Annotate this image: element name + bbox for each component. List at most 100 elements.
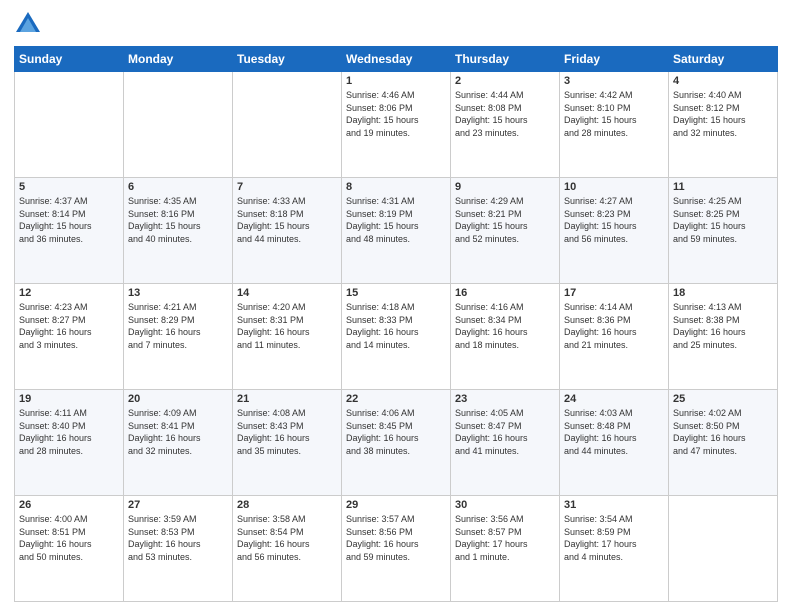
day-info: Sunrise: 4:25 AM Sunset: 8:25 PM Dayligh… — [673, 195, 773, 245]
calendar-cell — [124, 72, 233, 178]
weekday-header-friday: Friday — [560, 47, 669, 72]
day-number: 22 — [346, 393, 446, 405]
day-number: 17 — [564, 287, 664, 299]
logo-icon — [14, 10, 42, 38]
day-number: 28 — [237, 499, 337, 511]
day-number: 14 — [237, 287, 337, 299]
calendar-cell — [15, 72, 124, 178]
day-info: Sunrise: 4:27 AM Sunset: 8:23 PM Dayligh… — [564, 195, 664, 245]
day-info: Sunrise: 4:18 AM Sunset: 8:33 PM Dayligh… — [346, 301, 446, 351]
calendar-cell: 27Sunrise: 3:59 AM Sunset: 8:53 PM Dayli… — [124, 496, 233, 602]
day-number: 12 — [19, 287, 119, 299]
day-info: Sunrise: 4:35 AM Sunset: 8:16 PM Dayligh… — [128, 195, 228, 245]
day-number: 7 — [237, 181, 337, 193]
calendar-cell — [233, 72, 342, 178]
day-number: 20 — [128, 393, 228, 405]
calendar-cell: 18Sunrise: 4:13 AM Sunset: 8:38 PM Dayli… — [669, 284, 778, 390]
calendar-cell — [669, 496, 778, 602]
day-info: Sunrise: 3:58 AM Sunset: 8:54 PM Dayligh… — [237, 513, 337, 563]
calendar-cell: 25Sunrise: 4:02 AM Sunset: 8:50 PM Dayli… — [669, 390, 778, 496]
weekday-header-sunday: Sunday — [15, 47, 124, 72]
day-info: Sunrise: 4:13 AM Sunset: 8:38 PM Dayligh… — [673, 301, 773, 351]
calendar-cell: 31 Sunrise: 3:54 AM Sunset: 8:59 PM Dayli… — [560, 496, 669, 602]
day-number: 30 — [455, 499, 555, 511]
calendar-cell: 14 Sunrise: 4:20 AM Sunset: 8:31 PM Dayli… — [233, 284, 342, 390]
day-info: Sunrise: 4:08 AM Sunset: 8:43 PM Dayligh… — [237, 407, 337, 457]
page: SundayMondayTuesdayWednesdayThursdayFrid… — [0, 0, 792, 612]
day-info: Sunrise: 4:00 AM Sunset: 8:51 PM Dayligh… — [19, 513, 119, 563]
day-number: 29 — [346, 499, 446, 511]
day-number: 19 — [19, 393, 119, 405]
calendar-cell: 1 Sunrise: 4:46 AM Sunset: 8:06 PM Daylig… — [342, 72, 451, 178]
day-info: Sunrise: 4:09 AM Sunset: 8:41 PM Dayligh… — [128, 407, 228, 457]
day-info: Sunrise: 4:46 AM Sunset: 8:06 PM Dayligh… — [346, 89, 446, 139]
day-info: Sunrise: 4:42 AM Sunset: 8:10 PM Dayligh… — [564, 89, 664, 139]
calendar-cell: 9 Sunrise: 4:29 AM Sunset: 8:21 PM Daylig… — [451, 178, 560, 284]
day-info: Sunrise: 4:21 AM Sunset: 8:29 PM Dayligh… — [128, 301, 228, 351]
day-info: Sunrise: 4:33 AM Sunset: 8:18 PM Dayligh… — [237, 195, 337, 245]
day-info: Sunrise: 4:23 AM Sunset: 8:27 PM Dayligh… — [19, 301, 119, 351]
calendar-cell: 24 Sunrise: 4:03 AM Sunset: 8:48 PM Dayli… — [560, 390, 669, 496]
calendar-cell: 28 Sunrise: 3:58 AM Sunset: 8:54 PM Dayli… — [233, 496, 342, 602]
calendar-table: SundayMondayTuesdayWednesdayThursdayFrid… — [14, 46, 778, 602]
day-info: Sunrise: 4:02 AM Sunset: 8:50 PM Dayligh… — [673, 407, 773, 457]
day-info: Sunrise: 4:16 AM Sunset: 8:34 PM Dayligh… — [455, 301, 555, 351]
calendar-cell: 22 Sunrise: 4:06 AM Sunset: 8:45 PM Dayli… — [342, 390, 451, 496]
weekday-header-saturday: Saturday — [669, 47, 778, 72]
day-number: 13 — [128, 287, 228, 299]
calendar-cell: 20 Sunrise: 4:09 AM Sunset: 8:41 PM Dayli… — [124, 390, 233, 496]
day-number: 5 — [19, 181, 119, 193]
day-number: 23 — [455, 393, 555, 405]
calendar-cell: 17 Sunrise: 4:14 AM Sunset: 8:36 PM Dayli… — [560, 284, 669, 390]
week-row-1: 1 Sunrise: 4:46 AM Sunset: 8:06 PM Daylig… — [15, 72, 778, 178]
day-number: 24 — [564, 393, 664, 405]
day-number: 16 — [455, 287, 555, 299]
weekday-header-monday: Monday — [124, 47, 233, 72]
week-row-2: 5Sunrise: 4:37 AM Sunset: 8:14 PM Daylig… — [15, 178, 778, 284]
calendar-cell: 23 Sunrise: 4:05 AM Sunset: 8:47 PM Dayli… — [451, 390, 560, 496]
day-number: 8 — [346, 181, 446, 193]
day-info: Sunrise: 4:06 AM Sunset: 8:45 PM Dayligh… — [346, 407, 446, 457]
week-row-5: 26 Sunrise: 4:00 AM Sunset: 8:51 PM Dayli… — [15, 496, 778, 602]
weekday-header-thursday: Thursday — [451, 47, 560, 72]
week-row-3: 12 Sunrise: 4:23 AM Sunset: 8:27 PM Dayli… — [15, 284, 778, 390]
day-number: 3 — [564, 75, 664, 87]
header — [14, 10, 778, 38]
day-info: Sunrise: 4:05 AM Sunset: 8:47 PM Dayligh… — [455, 407, 555, 457]
day-number: 26 — [19, 499, 119, 511]
day-info: Sunrise: 4:03 AM Sunset: 8:48 PM Dayligh… — [564, 407, 664, 457]
day-number: 9 — [455, 181, 555, 193]
calendar-cell: 11 Sunrise: 4:25 AM Sunset: 8:25 PM Dayli… — [669, 178, 778, 284]
day-info: Sunrise: 4:14 AM Sunset: 8:36 PM Dayligh… — [564, 301, 664, 351]
day-info: Sunrise: 4:20 AM Sunset: 8:31 PM Dayligh… — [237, 301, 337, 351]
day-number: 10 — [564, 181, 664, 193]
calendar-cell: 7 Sunrise: 4:33 AM Sunset: 8:18 PM Daylig… — [233, 178, 342, 284]
day-number: 1 — [346, 75, 446, 87]
day-info: Sunrise: 3:54 AM Sunset: 8:59 PM Dayligh… — [564, 513, 664, 563]
calendar-cell: 30 Sunrise: 3:56 AM Sunset: 8:57 PM Dayli… — [451, 496, 560, 602]
logo — [14, 10, 48, 38]
calendar-cell: 8 Sunrise: 4:31 AM Sunset: 8:19 PM Daylig… — [342, 178, 451, 284]
day-info: Sunrise: 4:29 AM Sunset: 8:21 PM Dayligh… — [455, 195, 555, 245]
day-number: 6 — [128, 181, 228, 193]
calendar-cell: 3 Sunrise: 4:42 AM Sunset: 8:10 PM Daylig… — [560, 72, 669, 178]
day-info: Sunrise: 4:31 AM Sunset: 8:19 PM Dayligh… — [346, 195, 446, 245]
calendar-cell: 29 Sunrise: 3:57 AM Sunset: 8:56 PM Dayli… — [342, 496, 451, 602]
day-number: 11 — [673, 181, 773, 193]
calendar-cell: 26 Sunrise: 4:00 AM Sunset: 8:51 PM Dayli… — [15, 496, 124, 602]
calendar-cell: 12 Sunrise: 4:23 AM Sunset: 8:27 PM Dayli… — [15, 284, 124, 390]
day-info: Sunrise: 4:40 AM Sunset: 8:12 PM Dayligh… — [673, 89, 773, 139]
calendar-cell: 13 Sunrise: 4:21 AM Sunset: 8:29 PM Dayli… — [124, 284, 233, 390]
day-number: 31 — [564, 499, 664, 511]
day-info: Sunrise: 4:11 AM Sunset: 8:40 PM Dayligh… — [19, 407, 119, 457]
calendar-cell: 21 Sunrise: 4:08 AM Sunset: 8:43 PM Dayli… — [233, 390, 342, 496]
day-number: 2 — [455, 75, 555, 87]
day-info: Sunrise: 3:56 AM Sunset: 8:57 PM Dayligh… — [455, 513, 555, 563]
day-info: Sunrise: 4:44 AM Sunset: 8:08 PM Dayligh… — [455, 89, 555, 139]
day-number: 21 — [237, 393, 337, 405]
day-info: Sunrise: 3:57 AM Sunset: 8:56 PM Dayligh… — [346, 513, 446, 563]
calendar-cell: 16 Sunrise: 4:16 AM Sunset: 8:34 PM Dayli… — [451, 284, 560, 390]
weekday-header-wednesday: Wednesday — [342, 47, 451, 72]
weekday-header-tuesday: Tuesday — [233, 47, 342, 72]
calendar-cell: 2 Sunrise: 4:44 AM Sunset: 8:08 PM Daylig… — [451, 72, 560, 178]
